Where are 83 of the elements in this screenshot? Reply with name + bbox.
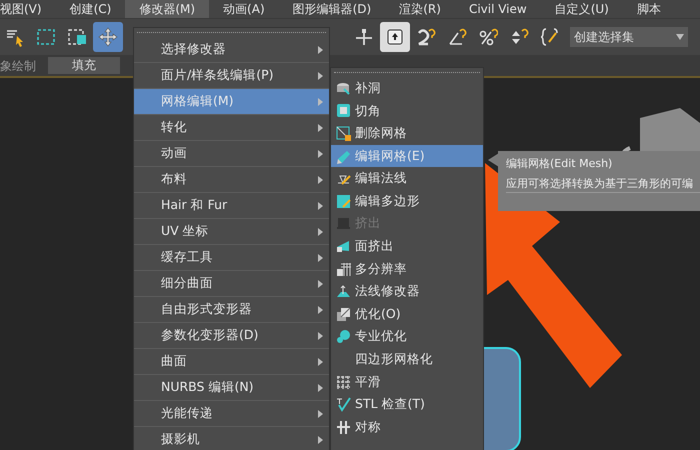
menu-item[interactable]: 动画: [134, 141, 329, 167]
selection-set-dropdown[interactable]: 创建选择集: [570, 27, 688, 47]
submenu-item[interactable]: 对称: [331, 416, 483, 438]
edit-mesh-icon: [336, 148, 351, 164]
menu-item[interactable]: 自由形式变形器: [134, 297, 329, 323]
move-icon: [98, 27, 118, 47]
submenu-item[interactable]: 面挤出: [331, 235, 483, 258]
submenu-arrow-icon: [318, 202, 323, 210]
braces-icon: [540, 27, 560, 47]
menu-item[interactable]: Hair 和 Fur: [134, 193, 329, 219]
submenu-arrow-icon: [318, 176, 323, 184]
fill-hole-icon: [336, 80, 351, 96]
submenu-item[interactable]: 多分辨率: [331, 258, 483, 280]
tooltip-description: 应用可将选择转换为基于三角形的可编: [506, 176, 700, 193]
submenu-item[interactable]: STL 检查(T): [331, 393, 483, 416]
axis-constraint-icon: [354, 27, 374, 47]
move-button[interactable]: [93, 22, 123, 52]
up-arrow-button[interactable]: [380, 22, 410, 52]
submenu-arrow-icon: [318, 436, 323, 444]
menu-item[interactable]: 创建(C): [56, 0, 126, 18]
smooth-grid-icon: [336, 374, 351, 390]
tooltip-title: 编辑网格(Edit Mesh): [506, 156, 614, 172]
submenu-arrow-icon: [318, 98, 323, 106]
submenu-arrow-icon: [318, 254, 323, 262]
submenu-arrow-icon: [318, 384, 323, 392]
menu-item[interactable]: 布料: [134, 167, 329, 193]
submenu-item[interactable]: 切角: [331, 100, 483, 122]
submenu-item[interactable]: 编辑多边形: [331, 190, 483, 213]
menu-item[interactable]: 曲面: [134, 349, 329, 375]
menu-item[interactable]: 脚本: [622, 0, 675, 18]
face-extrude-icon: [336, 238, 351, 254]
submenu-arrow-icon: [318, 358, 323, 366]
submenu-arrow-icon: [318, 306, 323, 314]
menu-item[interactable]: 动画(A): [209, 0, 279, 18]
select-by-list-icon: [5, 27, 25, 47]
ribbon-label: 象绘制: [0, 58, 36, 74]
menu-item[interactable]: 参数化变形器(D): [134, 323, 329, 349]
edit-poly-icon: [336, 194, 351, 209]
menu-item[interactable]: UV 坐标: [134, 219, 329, 245]
menu-item[interactable]: 缓存工具: [134, 245, 329, 271]
menu-item[interactable]: 修改器(M): [125, 0, 210, 18]
submenu-arrow-icon: [318, 46, 323, 54]
submenu-arrow-icon: [318, 72, 323, 80]
menu-item[interactable]: Civil View: [454, 0, 541, 18]
submenu-arrow-icon: [318, 410, 323, 418]
submenu-arrow-icon: [318, 332, 323, 340]
submenu-item[interactable]: 优化(O): [331, 302, 483, 326]
angle-snap-icon: [447, 27, 467, 47]
menu-item[interactable]: 摄影机: [134, 427, 329, 450]
submenu-item[interactable]: 编辑法线: [331, 167, 483, 190]
submenu-item[interactable]: 四边形网格化: [331, 348, 483, 371]
submenu-item[interactable]: 补洞: [331, 77, 483, 100]
dashed-rectangle-icon: [36, 27, 56, 47]
submenu-arrow-icon: [318, 150, 323, 158]
menu-item[interactable]: 转化: [134, 115, 329, 141]
window-select-icon: [67, 27, 87, 47]
extrude-icon: [336, 216, 351, 232]
submenu-arrow-icon: [318, 280, 323, 288]
stl-check-icon: [336, 397, 351, 412]
submenu-arrow-icon: [318, 124, 323, 132]
symmetry-icon: [336, 420, 351, 435]
delete-mesh-icon: [336, 126, 351, 141]
snap-icon: [416, 27, 436, 47]
menu-item[interactable]: 渲染(R): [385, 0, 455, 18]
menu-item[interactable]: 选择修改器: [134, 37, 329, 63]
multires-icon: [336, 262, 351, 277]
menu-item[interactable]: 图形编辑器(D): [278, 0, 386, 18]
submenu-item[interactable]: 删除网格: [331, 122, 483, 145]
submenu-item[interactable]: 平滑: [331, 370, 483, 394]
submenu-item[interactable]: 法线修改器: [331, 280, 483, 303]
menu-item[interactable]: NURBS 编辑(N): [134, 375, 329, 401]
pro-optimizer-icon: [336, 329, 351, 344]
normal-modifier-icon: [336, 284, 351, 300]
menu-item[interactable]: 光能传递: [134, 401, 329, 427]
fill-button[interactable]: 填充: [48, 57, 120, 74]
optimize-icon: [336, 306, 351, 322]
submenu-item[interactable]: 专业优化: [331, 326, 483, 348]
menu-item[interactable]: 视图(V): [0, 0, 56, 18]
menu-item[interactable]: 细分曲面: [134, 271, 329, 297]
chamfer-icon: [336, 103, 351, 118]
percent-snap-icon: [478, 27, 498, 47]
submenu-arrow-icon: [318, 228, 323, 236]
menu-item[interactable]: 自定义(U): [540, 0, 623, 18]
